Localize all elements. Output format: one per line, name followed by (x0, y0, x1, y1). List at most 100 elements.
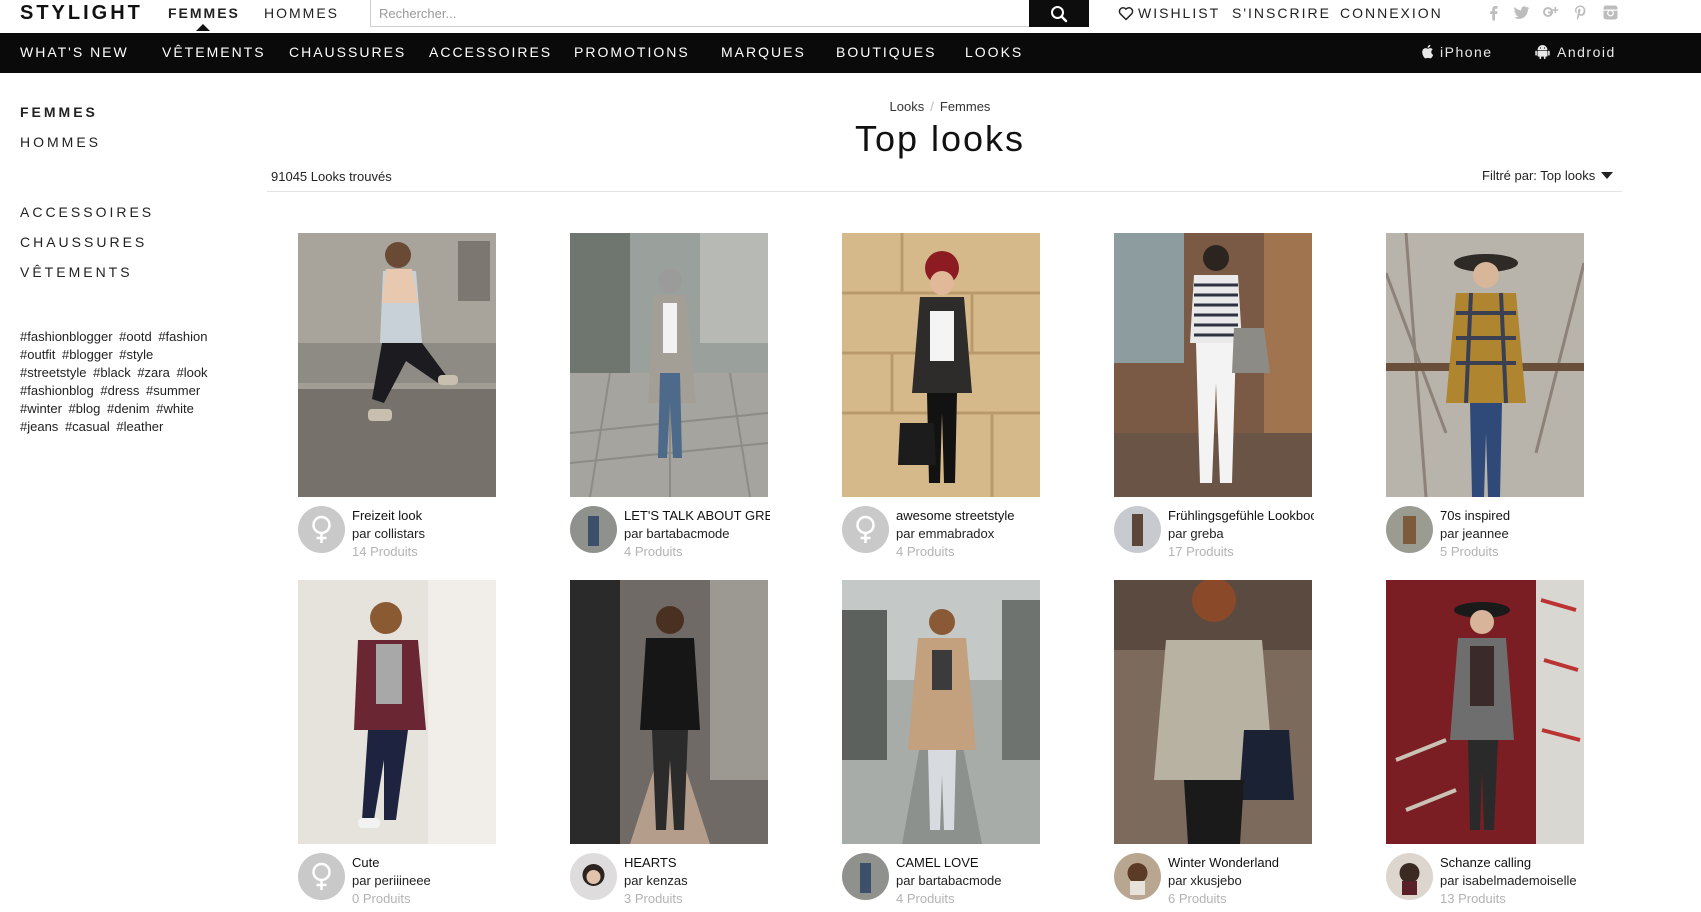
look-photo[interactable] (1386, 233, 1584, 497)
hashtag-link[interactable]: #winter (20, 401, 62, 416)
nav-vetements[interactable]: VÊTEMENTS (162, 44, 266, 60)
look-author[interactable]: par bartabacmode (896, 873, 1002, 888)
hashtag-link[interactable]: #black (93, 365, 131, 380)
nav-chaussures[interactable]: CHAUSSURES (289, 44, 406, 60)
hashtag-link[interactable]: #blogger (62, 347, 113, 362)
look-author[interactable]: par isabelmademoiselle (1440, 873, 1577, 888)
look-card[interactable]: HEARTS par kenzas 3 Produits (570, 580, 768, 907)
avatar[interactable] (1386, 853, 1433, 900)
hashtag-link[interactable]: #white (156, 401, 194, 416)
look-card[interactable]: Freizeit look par collistars 14 Produits (298, 233, 496, 560)
avatar[interactable] (1386, 506, 1433, 553)
avatar[interactable] (298, 506, 345, 553)
look-card[interactable]: 70s inspired par jeannee 5 Produits (1386, 233, 1584, 560)
look-title[interactable]: LET'S TALK ABOUT GREY (624, 508, 770, 523)
look-photo[interactable] (570, 580, 768, 844)
nav-accessoires[interactable]: ACCESSOIRES (429, 44, 552, 60)
hashtag-link[interactable]: #blog (69, 401, 101, 416)
hashtag-link[interactable]: #fashionblogger (20, 329, 113, 344)
sort-filter-dropdown[interactable]: Filtré par: Top looks (1482, 168, 1614, 183)
site-logo[interactable]: STYLIGHT (20, 2, 143, 25)
look-photo[interactable] (1114, 580, 1312, 844)
look-title[interactable]: awesome streetstyle (896, 508, 1042, 523)
sidebar-category-accessoires[interactable]: ACCESSOIRES (20, 204, 154, 220)
look-title[interactable]: Cute (352, 855, 498, 870)
look-author[interactable]: par xkusjebo (1168, 873, 1242, 888)
look-title[interactable]: Schanze calling (1440, 855, 1586, 870)
hashtag-link[interactable]: #fashionblog (20, 383, 94, 398)
look-author[interactable]: par collistars (352, 526, 425, 541)
hashtag-link[interactable]: #outfit (20, 347, 55, 362)
look-card[interactable]: LET'S TALK ABOUT GREY par bartabacmode 4… (570, 233, 770, 560)
nav-marques[interactable]: MARQUES (721, 44, 806, 60)
look-card[interactable]: Frühlingsgefühle Lookbook par greba 17 P… (1114, 233, 1314, 560)
look-title[interactable]: 70s inspired (1440, 508, 1586, 523)
look-photo[interactable] (570, 233, 768, 497)
avatar[interactable] (298, 853, 345, 900)
look-title[interactable]: Freizeit look (352, 508, 498, 523)
look-title[interactable]: Winter Wonderland (1168, 855, 1314, 870)
facebook-icon[interactable] (1485, 4, 1502, 21)
gender-tab-hommes[interactable]: HOMMES (264, 5, 339, 21)
hashtag-link[interactable]: #leather (116, 419, 163, 434)
nav-whats-new[interactable]: WHAT'S NEW (20, 44, 129, 60)
breadcrumb-femmes[interactable]: Femmes (940, 99, 991, 114)
hashtag-link[interactable]: #look (176, 365, 207, 380)
hashtag-link[interactable]: #fashion (158, 329, 207, 344)
look-photo[interactable] (298, 233, 496, 497)
look-card[interactable]: CAMEL LOVE par bartabacmode 4 Produits (842, 580, 1040, 907)
look-title[interactable]: HEARTS (624, 855, 770, 870)
android-app-link[interactable]: Android (1534, 43, 1616, 60)
wishlist-link[interactable]: WISHLIST (1118, 5, 1220, 21)
pinterest-icon[interactable] (1572, 4, 1589, 21)
avatar[interactable] (570, 506, 617, 553)
look-author[interactable]: par greba (1168, 526, 1224, 541)
hashtag-link[interactable]: #summer (146, 383, 200, 398)
hashtag-link[interactable]: #casual (65, 419, 110, 434)
sidebar-category-chaussures[interactable]: CHAUSSURES (20, 234, 147, 250)
avatar[interactable] (842, 506, 889, 553)
look-photo[interactable] (842, 233, 1040, 497)
hashtag-link[interactable]: #streetstyle (20, 365, 86, 380)
look-photo[interactable] (1386, 580, 1584, 844)
look-card[interactable]: Cute par periiineee 0 Produits (298, 580, 496, 907)
look-card[interactable]: Schanze calling par isabelmademoiselle 1… (1386, 580, 1584, 907)
search-button[interactable] (1029, 0, 1089, 27)
look-author[interactable]: par bartabacmode (624, 526, 730, 541)
top-bar: STYLIGHT FEMMES HOMMES WISHLIST S'INSCRI… (0, 0, 1701, 31)
hashtag-link[interactable]: #style (119, 347, 153, 362)
look-title[interactable]: CAMEL LOVE (896, 855, 1042, 870)
avatar[interactable] (842, 853, 889, 900)
nav-promotions[interactable]: PROMOTIONS (574, 44, 690, 60)
iphone-app-link[interactable]: iPhone (1419, 43, 1493, 60)
hashtag-link[interactable]: #denim (107, 401, 150, 416)
twitter-icon[interactable] (1513, 4, 1530, 21)
instagram-icon[interactable] (1602, 4, 1619, 21)
gender-tab-femmes[interactable]: FEMMES (168, 5, 240, 21)
look-author[interactable]: par kenzas (624, 873, 688, 888)
avatar[interactable] (1114, 853, 1161, 900)
avatar[interactable] (1114, 506, 1161, 553)
look-author[interactable]: par periiineee (352, 873, 431, 888)
sidebar-category-vetements[interactable]: VÊTEMENTS (20, 264, 133, 280)
look-author[interactable]: par jeannee (1440, 526, 1509, 541)
look-photo[interactable] (298, 580, 496, 844)
breadcrumb-looks[interactable]: Looks (890, 99, 925, 114)
look-card[interactable]: Winter Wonderland par xkusjebo 6 Produit… (1114, 580, 1312, 907)
hashtag-link[interactable]: #dress (100, 383, 139, 398)
nav-looks[interactable]: LOOKS (965, 44, 1023, 60)
look-photo[interactable] (1114, 233, 1312, 497)
look-author[interactable]: par emmabradox (896, 526, 994, 541)
look-photo[interactable] (842, 580, 1040, 844)
look-title[interactable]: Frühlingsgefühle Lookbook (1168, 508, 1314, 523)
search-input[interactable] (370, 0, 1030, 27)
hashtag-link[interactable]: #jeans (20, 419, 58, 434)
nav-boutiques[interactable]: BOUTIQUES (836, 44, 936, 60)
hashtag-link[interactable]: #ootd (119, 329, 152, 344)
avatar[interactable] (570, 853, 617, 900)
signup-link[interactable]: S'INSCRIRE (1232, 5, 1331, 21)
google-plus-icon[interactable] (1542, 4, 1559, 21)
login-link[interactable]: CONNEXION (1340, 5, 1443, 21)
look-card[interactable]: awesome streetstyle par emmabradox 4 Pro… (842, 233, 1040, 560)
hashtag-link[interactable]: #zara (137, 365, 170, 380)
